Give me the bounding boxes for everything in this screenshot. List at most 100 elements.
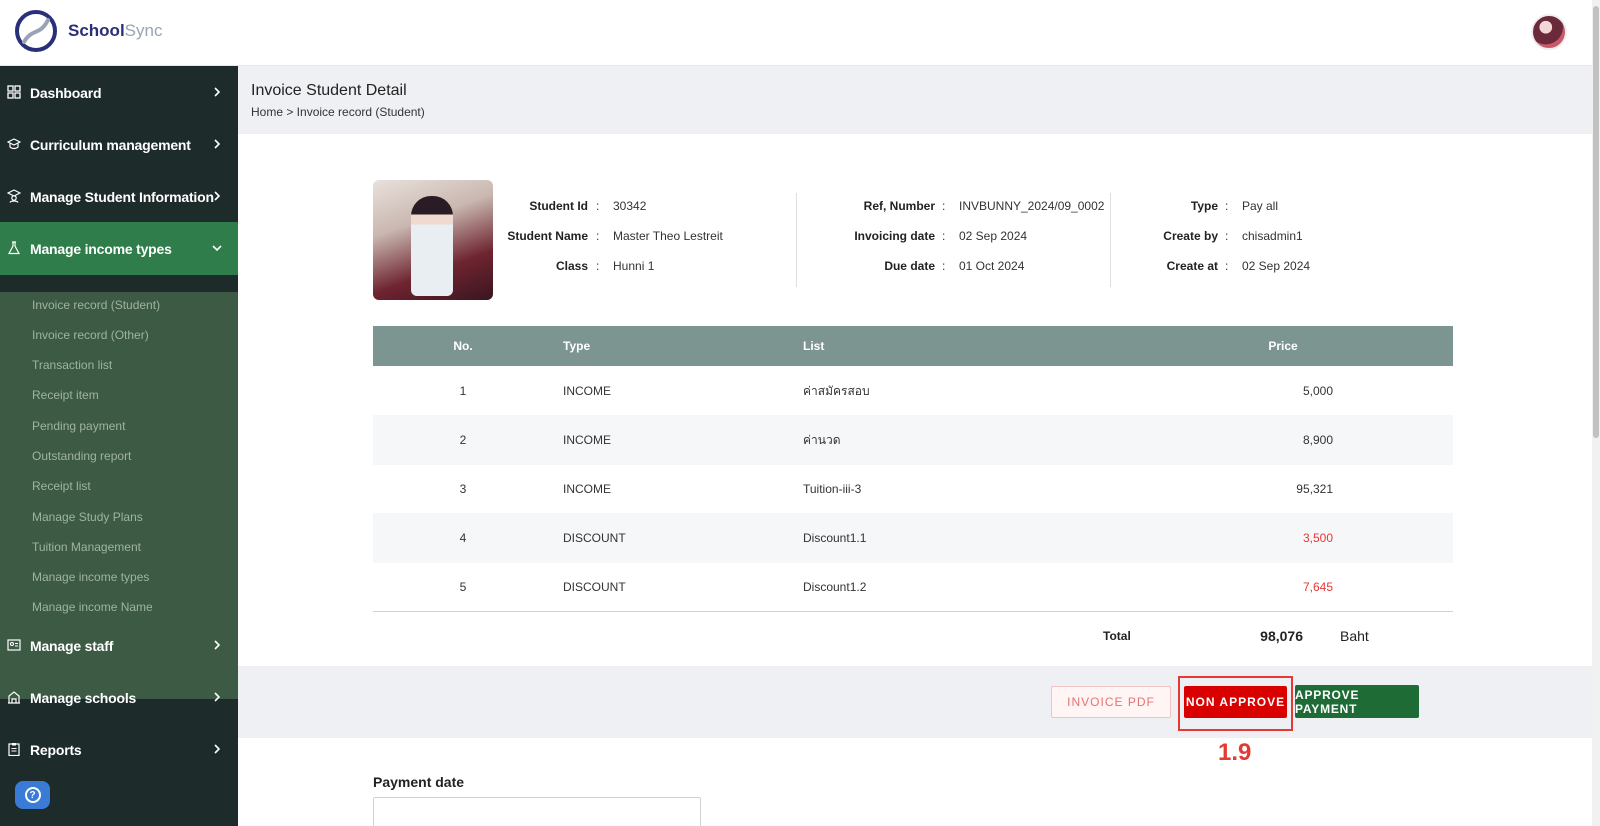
logo-secondary: Sync: [124, 21, 163, 40]
separator: :: [596, 259, 600, 273]
separator: :: [942, 199, 946, 213]
sidebar-item-curriculum[interactable]: Curriculum management: [0, 118, 238, 171]
student-name-label: Student Name: [507, 229, 588, 243]
column-header-type: Type: [563, 339, 591, 353]
chevron-right-icon: [214, 744, 221, 754]
cell-type: INCOME: [563, 482, 611, 496]
sidebar-item-student-info[interactable]: Manage Student Information: [0, 170, 238, 223]
user-avatar[interactable]: [1531, 14, 1567, 50]
student-name-value: Master Theo Lestreit: [613, 229, 723, 243]
page-header: Invoice Student Detail Home > Invoice re…: [238, 66, 1592, 134]
cell-price: 3,500: [1302, 531, 1333, 545]
create-by-label: Create by: [1163, 229, 1218, 243]
cell-list: Discount1.1: [803, 531, 867, 545]
student-id-value: 30342: [613, 199, 647, 213]
chevron-right-icon: [214, 139, 221, 149]
due-date-value: 01 Oct 2024: [959, 259, 1025, 273]
cell-no: 1: [459, 384, 467, 398]
cell-no: 5: [459, 580, 467, 594]
cell-price: 8,900: [1302, 433, 1333, 447]
separator: :: [596, 229, 600, 243]
submenu-item-receipt-list[interactable]: Receipt list: [32, 479, 91, 493]
main-content: Invoice Student Detail Home > Invoice re…: [238, 66, 1592, 826]
cell-list: ค่าสมัครสอบ: [803, 383, 870, 398]
sidebar-item-staff[interactable]: Manage staff: [0, 619, 238, 672]
table-row: 1 INCOME ค่าสมัครสอบ 5,000: [373, 366, 1453, 416]
total-currency: Baht: [1340, 628, 1369, 644]
page-title: Invoice Student Detail: [251, 82, 407, 99]
cell-type: DISCOUNT: [563, 580, 626, 594]
sidebar-item-label: Manage staff: [30, 637, 114, 654]
submenu-item-outstanding-report[interactable]: Outstanding report: [32, 449, 131, 463]
table-row: 5 DISCOUNT Discount1.2 7,645: [373, 562, 1453, 612]
submenu-item-tuition-management[interactable]: Tuition Management: [32, 540, 141, 554]
invoicing-date-value: 02 Sep 2024: [959, 229, 1028, 243]
step-annotation: 1.9: [1218, 739, 1252, 766]
cell-type: INCOME: [563, 433, 611, 447]
type-label: Type: [1190, 199, 1218, 213]
id-card-icon: [7, 639, 21, 651]
submenu-item-invoice-student[interactable]: Invoice record (Student): [32, 298, 160, 312]
total-value: 98,076: [1260, 628, 1303, 644]
cell-price: 5,000: [1302, 384, 1333, 398]
ref-number-label: Ref, Number: [863, 199, 935, 213]
table-row: 4 DISCOUNT Discount1.1 3,500: [373, 513, 1453, 563]
submenu-item-receipt-item[interactable]: Receipt item: [32, 388, 99, 402]
column-header-price: Price: [1268, 339, 1298, 353]
total-label: Total: [1103, 629, 1131, 643]
table-bottom-line: [373, 611, 1453, 612]
ref-number-value: INVBUNNY_2024/09_0002: [959, 199, 1105, 213]
student-photo: [373, 180, 493, 300]
flask-icon: [8, 241, 20, 255]
table-row: 2 INCOME ค่านวด 8,900: [373, 415, 1453, 465]
due-date-label: Due date: [884, 259, 935, 273]
payment-date-input[interactable]: [373, 797, 701, 826]
payment-date-label: Payment date: [373, 774, 465, 790]
cell-type: INCOME: [563, 384, 611, 398]
chevron-right-icon: [214, 191, 221, 201]
divider: [1110, 193, 1111, 287]
submenu-item-invoice-other[interactable]: Invoice record (Other): [32, 328, 149, 342]
sidebar-item-label: Curriculum management: [30, 136, 191, 153]
submenu-item-income-name[interactable]: Manage income Name: [32, 600, 153, 614]
class-label: Class: [555, 259, 588, 273]
sidebar-item-dashboard[interactable]: Dashboard: [0, 66, 238, 119]
submenu-item-study-plans[interactable]: Manage Study Plans: [32, 510, 143, 524]
separator: :: [1225, 259, 1229, 273]
logo-primary: School: [68, 21, 125, 40]
class-value: Hunni 1: [613, 259, 655, 273]
sidebar-item-schools[interactable]: Manage schools: [0, 671, 238, 724]
chevron-right-icon: [214, 640, 221, 650]
submenu-item-transaction-list[interactable]: Transaction list: [32, 358, 112, 372]
submenu-item-pending-payment[interactable]: Pending payment: [32, 419, 125, 433]
chevron-down-icon: [212, 245, 222, 252]
cell-list: Tuition-iii-3: [803, 482, 862, 496]
cell-price: 7,645: [1302, 580, 1333, 594]
separator: :: [942, 229, 946, 243]
breadcrumb[interactable]: Home > Invoice record (Student): [251, 105, 425, 119]
sidebar-item-label: Dashboard: [30, 84, 102, 101]
student-icon: [7, 189, 21, 203]
sidebar-item-income-types[interactable]: Manage income types: [0, 222, 238, 275]
building-icon: [8, 691, 20, 704]
cell-type: DISCOUNT: [563, 531, 626, 545]
create-by-value: chisadmin1: [1242, 229, 1303, 243]
top-bar: SchoolSync: [0, 0, 1592, 66]
sidebar-item-label: Manage Student Information: [30, 188, 214, 205]
app-logo[interactable]: SchoolSync: [14, 8, 162, 54]
divider: [796, 193, 797, 287]
sidebar-item-label: Manage schools: [30, 689, 137, 706]
sidebar-item-reports[interactable]: Reports: [0, 723, 238, 776]
submenu-item-income-types[interactable]: Manage income types: [32, 570, 149, 584]
page-scrollbar-thumb[interactable]: [1593, 6, 1599, 438]
clipboard-icon: [8, 743, 20, 756]
non-approve-button[interactable]: NON APPROVE: [1184, 686, 1287, 718]
separator: :: [596, 199, 600, 213]
type-value: Pay all: [1242, 199, 1279, 213]
column-header-list: List: [803, 339, 825, 353]
table-row: 3 INCOME Tuition-iii-3 95,321: [373, 464, 1453, 514]
help-button[interactable]: ?: [15, 781, 50, 809]
approve-payment-button[interactable]: APPROVE PAYMENT: [1295, 685, 1419, 718]
invoice-pdf-button[interactable]: INVOICE PDF: [1051, 686, 1171, 718]
invoicing-date-label: Invoicing date: [854, 229, 935, 243]
